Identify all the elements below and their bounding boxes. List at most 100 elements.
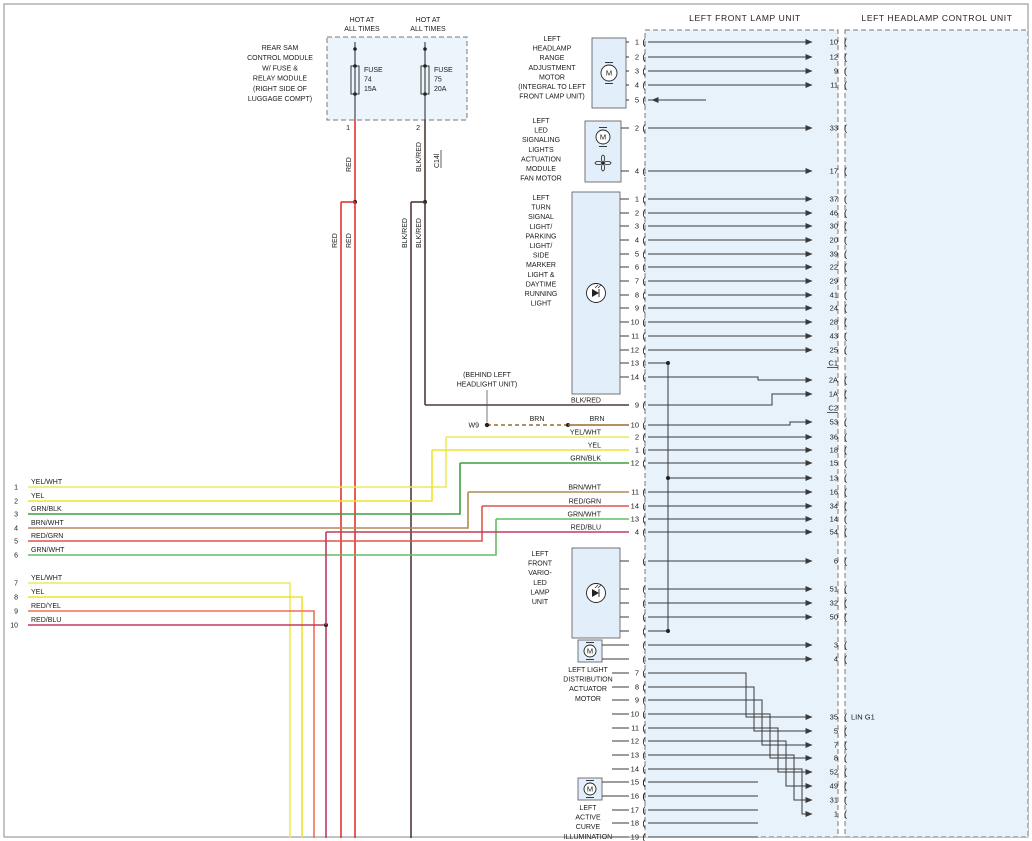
right-pin-number: 37 bbox=[830, 195, 838, 204]
left-wire-number: 2 bbox=[14, 499, 18, 506]
left-pin-number: 13 bbox=[631, 359, 639, 368]
right-pin-number: 13 bbox=[830, 474, 838, 483]
right-pin-number: 28 bbox=[830, 318, 838, 327]
right-pin-number: 43 bbox=[830, 332, 838, 341]
right-pin-number: 17 bbox=[830, 167, 838, 176]
bus-junction-dot bbox=[666, 361, 670, 365]
right-pin-number: 51 bbox=[830, 585, 838, 594]
right-pin-number: 39 bbox=[830, 250, 838, 259]
left-pin-number: 3 bbox=[635, 222, 639, 231]
left-pin-number: 8 bbox=[635, 291, 639, 300]
left-pin-number: 4 bbox=[635, 236, 639, 245]
connector-designation: C2 bbox=[828, 404, 838, 413]
wire-color-label: GRN/WHT bbox=[31, 547, 65, 554]
left-pin-number: 6 bbox=[635, 263, 639, 272]
left-wire-number: 9 bbox=[14, 609, 18, 616]
left-pin-number: 12 bbox=[631, 346, 639, 355]
left-pin-number: 9 bbox=[635, 304, 639, 313]
left-pin-number: 17 bbox=[631, 806, 639, 815]
right-pin-number: 10 bbox=[830, 38, 838, 47]
bus-junction-dot bbox=[666, 629, 670, 633]
left-pin-number: 7 bbox=[635, 277, 639, 286]
right-pin-number: 16 bbox=[830, 488, 838, 497]
right-pin-number: 49 bbox=[830, 782, 838, 791]
wire-color-label: YEL bbox=[31, 493, 44, 500]
motor-icon-label: M bbox=[606, 69, 612, 78]
wiring-diagram-page: LEFT FRONT LAMP UNIT LEFT HEADLAMP CONTR… bbox=[0, 0, 1032, 841]
left-pin-number: 13 bbox=[631, 751, 639, 760]
wire-color-label: YEL/WHT bbox=[31, 479, 63, 486]
left-pin-number: 2 bbox=[635, 124, 639, 133]
left-pin-number: 9 bbox=[635, 401, 639, 410]
left-front-lamp-unit-box bbox=[645, 30, 838, 837]
wire-color-label: YEL/WHT bbox=[31, 575, 63, 582]
right-pin-number: 36 bbox=[830, 433, 838, 442]
motor-icon-label: M bbox=[587, 785, 593, 794]
right-pin-number: 46 bbox=[830, 209, 838, 218]
right-pin-number: 18 bbox=[830, 446, 838, 455]
right-pin-number: 11 bbox=[830, 81, 838, 90]
fuse-terminal-dot bbox=[353, 92, 357, 96]
left-pin-number: 5 bbox=[635, 250, 639, 259]
left-pin-number: 14 bbox=[631, 765, 639, 774]
left-pin-number: 2 bbox=[635, 53, 639, 62]
wire-color-label: BLK/RED bbox=[416, 218, 423, 248]
left-pin-number: 15 bbox=[631, 778, 639, 787]
front-lamp-unit-title: LEFT FRONT LAMP UNIT bbox=[689, 13, 801, 23]
left-wire-number: 8 bbox=[14, 595, 18, 602]
left-pin-number: 2 bbox=[635, 209, 639, 218]
left-pin-number: 10 bbox=[631, 710, 639, 719]
right-pin-number: 5 bbox=[834, 727, 838, 736]
right-pin-number: 8 bbox=[834, 754, 838, 763]
left-pin-number: 18 bbox=[631, 819, 639, 828]
wire-color-label: YEL/WHT bbox=[570, 430, 602, 437]
wire-color-label: GRN/BLK bbox=[31, 506, 62, 513]
fuse-terminal-dot bbox=[423, 64, 427, 68]
connector-designation: C14l bbox=[434, 153, 441, 168]
wire-color-label: RED/BLU bbox=[31, 617, 61, 624]
right-pin-number: 35 bbox=[830, 713, 838, 722]
fuse-top-dot bbox=[353, 47, 357, 51]
wire-color-label: YEL bbox=[31, 589, 44, 596]
motor-icon-label: M bbox=[600, 133, 606, 142]
right-pin-number: 3 bbox=[834, 641, 838, 650]
right-pin-number: 9 bbox=[834, 67, 838, 76]
left-pin-number: 14 bbox=[631, 502, 639, 511]
left-pin-number: 5 bbox=[635, 96, 639, 105]
right-pin-number: 41 bbox=[830, 291, 838, 300]
fuse-terminal-dot bbox=[353, 64, 357, 68]
right-pin-number: 14 bbox=[830, 515, 838, 524]
right-pin-number: 25 bbox=[830, 346, 838, 355]
right-pin-number: 53 bbox=[830, 418, 838, 427]
wire-color-label: BLK/RED bbox=[571, 398, 601, 405]
right-pin-number: 50 bbox=[830, 613, 838, 622]
wire-color-label: RED/GRN bbox=[31, 533, 63, 540]
left-pin-number: 11 bbox=[631, 724, 639, 733]
wire-color-label: RED bbox=[346, 233, 353, 248]
rear-sam-module-box bbox=[327, 37, 467, 120]
left-pin-number: 7 bbox=[635, 669, 639, 678]
right-pin-number: 1A bbox=[829, 390, 838, 399]
ground-point-w9 bbox=[485, 423, 489, 427]
left-pin-number: 10 bbox=[631, 421, 639, 430]
headlamp-control-unit-title: LEFT HEADLAMP CONTROL UNIT bbox=[862, 13, 1013, 23]
wire-color-label: YEL bbox=[588, 443, 601, 450]
wire-color-label: BRN/WHT bbox=[568, 485, 601, 492]
wire-color-label: BRN bbox=[530, 416, 545, 423]
fuse-pin-number: 2 bbox=[416, 125, 420, 132]
wire-color-label: BRN/WHT bbox=[31, 520, 64, 527]
motor-icon-label: M bbox=[587, 647, 593, 656]
left-pin-number: 11 bbox=[631, 488, 639, 497]
right-pin-number: 33 bbox=[830, 124, 838, 133]
wire-color-label: BLK/RED bbox=[402, 218, 409, 248]
wire-color-label: BLK/RED bbox=[416, 142, 423, 172]
left-wire-number: 5 bbox=[14, 539, 18, 546]
right-pin-number: 2A bbox=[829, 376, 838, 385]
fuse-terminal-dot bbox=[423, 92, 427, 96]
left-pin-number: 19 bbox=[631, 833, 639, 841]
wire-color-label: GRN/BLK bbox=[570, 456, 601, 463]
right-pin-number: 6 bbox=[834, 557, 838, 566]
right-pin-number: 4 bbox=[834, 655, 838, 664]
wire-color-label: RED/GRN bbox=[569, 499, 601, 506]
wire-color-label: RED bbox=[332, 233, 339, 248]
